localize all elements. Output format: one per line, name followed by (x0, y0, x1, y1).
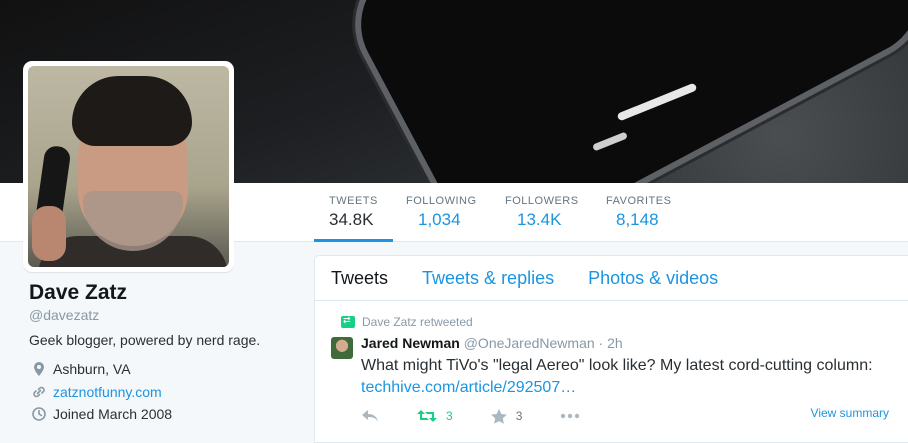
stat-tweets-label: TWEETS (329, 195, 378, 207)
stat-favorites-label: FAVORITES (606, 195, 672, 207)
tab-tweets[interactable]: Tweets (331, 268, 388, 289)
retweet-count: 3 (446, 409, 453, 423)
stat-favorites[interactable]: FAVORITES 8,148 (606, 195, 671, 242)
tab-photos-and-videos[interactable]: Photos & videos (588, 268, 718, 289)
avatar-photo-hair (72, 76, 192, 146)
tweet-link[interactable]: techhive.com/article/292507… (361, 377, 901, 399)
location-pin-icon (34, 362, 44, 376)
tab-tweets-and-replies[interactable]: Tweets & replies (422, 268, 554, 289)
tweet-author-name[interactable]: Jared Newman (361, 335, 460, 351)
star-icon (490, 408, 507, 424)
avatar-photo (28, 66, 229, 267)
tweet-author-handle[interactable]: @OneJaredNewman (464, 335, 595, 351)
link-icon (33, 386, 45, 398)
stat-tweets-value: 34.8K (329, 210, 374, 229)
more-dots-icon (561, 413, 580, 419)
profile-avatar[interactable] (23, 61, 234, 272)
stat-tweets[interactable]: TWEETS 34.8K (314, 195, 393, 242)
retweet-button[interactable]: 3 (417, 409, 453, 423)
tweet-text: What might TiVo's "legal Aereo" look lik… (361, 355, 901, 399)
profile-handle[interactable]: @davezatz (29, 307, 99, 323)
tweet-header: Jared Newman @OneJaredNewman · 2h (361, 335, 623, 351)
retweet-context: Dave Zatz retweeted (341, 315, 473, 329)
stat-followers[interactable]: FOLLOWERS 13.4K (505, 195, 579, 242)
profile-website[interactable]: zatznotfunny.com (31, 384, 162, 400)
calendar-clock-icon (32, 407, 46, 421)
stat-followers-value: 13.4K (517, 210, 562, 229)
more-button[interactable] (560, 413, 580, 419)
tweet-author-avatar[interactable] (331, 337, 353, 359)
profile-location-text: Ashburn, VA (53, 361, 131, 377)
stat-followers-label: FOLLOWERS (505, 195, 579, 207)
profile-name[interactable]: Dave Zatz (29, 281, 127, 305)
retweet-context-text[interactable]: Dave Zatz retweeted (362, 315, 473, 329)
profile-website-link[interactable]: zatznotfunny.com (53, 384, 162, 400)
reply-button[interactable] (361, 409, 379, 423)
timeline: Tweets Tweets & replies Photos & videos … (314, 255, 908, 443)
view-summary-link[interactable]: View summary (811, 406, 889, 420)
favorite-count: 3 (515, 409, 523, 423)
stat-favorites-value: 8,148 (616, 210, 659, 229)
reply-icon (362, 410, 378, 422)
favorite-button[interactable]: 3 (490, 408, 523, 424)
profile-joined-text: Joined March 2008 (53, 406, 173, 422)
retweet-icon (341, 315, 355, 328)
tweet-separator: · (598, 335, 604, 351)
profile-location: Ashburn, VA (31, 361, 131, 377)
tweet-timestamp[interactable]: 2h (607, 335, 623, 351)
profile-bio: Geek blogger, powered by nerd rage. (29, 332, 261, 348)
stat-following-label: FOLLOWING (406, 195, 477, 207)
stat-following-value: 1,034 (418, 210, 461, 229)
retweet-icon (417, 410, 437, 422)
tweet-item[interactable]: Dave Zatz retweeted Jared Newman @OneJar… (315, 302, 908, 443)
stat-following[interactable]: FOLLOWING 1,034 (406, 195, 477, 242)
tweet-body: What might TiVo's "legal Aereo" look lik… (361, 357, 873, 374)
profile-joined: Joined March 2008 (31, 406, 172, 422)
avatar-photo-hand (32, 206, 66, 261)
timeline-tabs: Tweets Tweets & replies Photos & videos (315, 256, 908, 301)
